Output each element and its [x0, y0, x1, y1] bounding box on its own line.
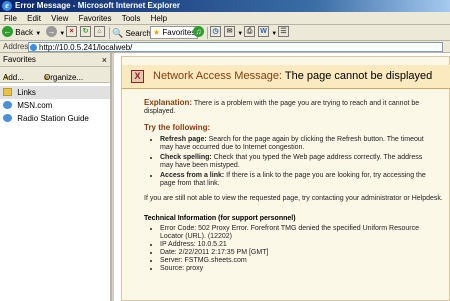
history-icon: ◷	[210, 26, 221, 38]
search-button[interactable]: 🔍 Search	[112, 26, 151, 40]
refresh-button[interactable]: ↻	[80, 26, 91, 40]
list-item: Access from a link: If there is a link t…	[160, 172, 434, 188]
edit-dropdown-icon[interactable]: ▼	[271, 31, 277, 37]
folder-icon	[3, 87, 12, 96]
list-item: Error Code: 502 Proxy Error. Forefront T…	[160, 225, 434, 241]
menu-help[interactable]: Help	[147, 12, 171, 25]
back-dropdown-icon[interactable]: ▼	[35, 31, 41, 37]
back-arrow-icon: ←	[2, 26, 13, 38]
mail-dropdown-icon[interactable]: ▼	[237, 31, 243, 37]
forward-arrow-icon: →	[46, 26, 57, 38]
menu-tools[interactable]: Tools	[118, 12, 145, 25]
discuss-button[interactable]: ☰	[278, 26, 289, 40]
address-bar: Address http://10.0.5.241/localweb/	[0, 41, 450, 53]
list-item: Source: proxy	[160, 265, 434, 273]
edit-button[interactable]: W ▼	[258, 26, 277, 40]
favorites-pane-title: Favorites	[3, 55, 36, 64]
tech-info-list: Error Code: 502 Proxy Error. Forefront T…	[160, 225, 434, 273]
mail-icon: ✉	[224, 26, 235, 38]
media-button[interactable]: ♫	[193, 26, 204, 40]
stop-button[interactable]: ×	[66, 26, 77, 40]
search-label: Search	[125, 29, 151, 38]
list-item: Date: 2/22/2011 2:17:35 PM [GMT]	[160, 249, 434, 257]
menu-view[interactable]: View	[47, 12, 72, 25]
history-button[interactable]: ◷	[210, 26, 221, 40]
globe-icon	[3, 100, 12, 109]
address-url: http://10.0.5.241/localweb/	[39, 43, 133, 52]
print-icon: ⎙	[244, 26, 255, 38]
favorites-star-icon: ★	[153, 28, 161, 37]
toolbar-separator	[207, 27, 208, 39]
home-button[interactable]: ⌂	[94, 26, 105, 40]
error-icon: X	[131, 70, 144, 83]
forward-dropdown-icon[interactable]: ▼	[59, 31, 65, 37]
page-icon	[30, 44, 37, 51]
toolbar-separator	[109, 27, 110, 39]
stop-icon: ×	[66, 26, 77, 38]
print-button[interactable]: ⎙	[244, 26, 255, 40]
favorites-label: Favorites	[162, 28, 196, 37]
error-title: Network Access Message: The page cannot …	[153, 70, 433, 82]
favorites-actions: ★ Add... ■ Organize...	[0, 67, 110, 83]
menu-edit[interactable]: Edit	[23, 12, 45, 25]
favorites-item-msn[interactable]: MSN.com	[0, 99, 110, 112]
list-item: Check spelling: Check that you typed the…	[160, 154, 434, 170]
refresh-icon: ↻	[80, 26, 91, 38]
tips-list: Refresh page: Search for the page again …	[160, 136, 434, 188]
error-title-bar: X Network Access Message: The page canno…	[122, 65, 450, 89]
try-heading: Try the following:	[144, 123, 211, 132]
globe-icon	[3, 113, 12, 122]
favorites-item-radio-station-guide[interactable]: Radio Station Guide	[0, 112, 110, 125]
list-item: IP Address: 10.0.5.21	[160, 241, 434, 249]
favorites-list: Links MSN.com Radio Station Guide	[0, 83, 110, 125]
window-title: Error Message - Microsoft Internet Explo…	[15, 1, 180, 10]
list-item: Refresh page: Search for the page again …	[160, 136, 434, 152]
page-content: X Network Access Message: The page canno…	[114, 53, 450, 301]
media-icon: ♫	[193, 26, 204, 38]
discuss-icon: ☰	[278, 26, 289, 38]
home-icon: ⌂	[94, 26, 105, 38]
back-label: Back	[15, 28, 34, 37]
menu-bar: File Edit View Favorites Tools Help	[0, 12, 450, 25]
window-title-bar[interactable]: e Error Message - Microsoft Internet Exp…	[0, 0, 450, 12]
address-input[interactable]: http://10.0.5.241/localweb/	[28, 42, 443, 52]
favorites-pane-header: Favorites ×	[0, 53, 110, 67]
menu-favorites[interactable]: Favorites	[75, 12, 116, 25]
toolbar: ← Back ▼ → ▼ × ↻ ⌂ 🔍 Search ★ Favorites …	[0, 25, 450, 41]
list-item: Server: FSTMG.sheets.com	[160, 257, 434, 265]
still-unable-text: If you are still not able to view the re…	[144, 195, 443, 202]
favorites-button[interactable]: ★ Favorites	[150, 26, 199, 39]
favorites-pane: Favorites × ★ Add... ■ Organize... Links…	[0, 53, 112, 301]
internet-explorer-icon: e	[2, 1, 12, 11]
explanation: Explanation: There is a problem with the…	[144, 98, 420, 116]
search-icon: 🔍	[112, 28, 124, 38]
error-card: X Network Access Message: The page canno…	[121, 56, 450, 301]
forward-button[interactable]: → ▼	[46, 26, 65, 40]
menu-file[interactable]: File	[0, 12, 21, 25]
favorites-item-links[interactable]: Links	[0, 86, 110, 99]
mail-button[interactable]: ✉ ▼	[224, 26, 243, 40]
edit-icon: W	[258, 26, 269, 38]
tech-heading: Technical Information (for support perso…	[144, 215, 296, 222]
close-icon[interactable]: ×	[102, 53, 107, 67]
error-body: Explanation: There is a problem with the…	[144, 99, 444, 273]
back-button[interactable]: ← Back ▼	[2, 26, 41, 40]
